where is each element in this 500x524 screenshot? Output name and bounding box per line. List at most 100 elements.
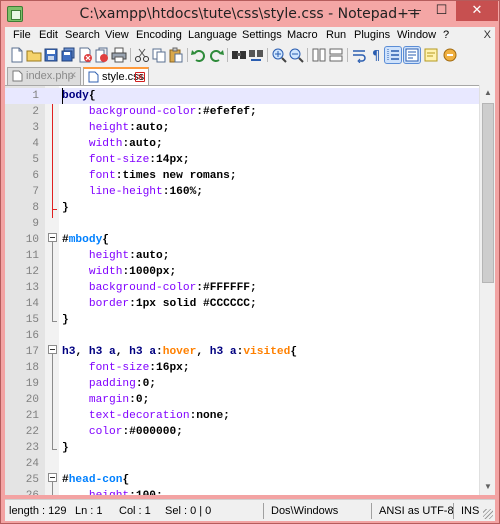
token-val: 100; [136, 490, 163, 495]
copy-icon[interactable] [151, 47, 167, 63]
status-encoding[interactable]: ANSI as UTF-8 [379, 505, 454, 517]
code-line[interactable]: 19 padding:0; [5, 376, 479, 392]
line-number: 20 [25, 394, 39, 406]
code-editor[interactable]: 1 body{2 background-color:#efefef; 3 heigh… [5, 85, 479, 495]
code-line[interactable]: 4 width:auto; [5, 136, 479, 152]
token-pseudo: visited [243, 346, 291, 358]
menu-search[interactable]: Search [65, 29, 100, 41]
code-line[interactable]: 23} [5, 440, 479, 456]
scroll-down-icon[interactable]: ▼ [480, 479, 496, 495]
token-prop: height [88, 122, 130, 134]
token-prop: margin [88, 394, 130, 406]
toolbar-separator [227, 48, 228, 62]
menu-edit[interactable]: Edit [39, 29, 58, 41]
code-line[interactable]: 5 font-size:14px; [5, 152, 479, 168]
code-line[interactable]: 13 background-color:#FFFFFF; [5, 280, 479, 296]
code-line[interactable]: 3 height:auto; [5, 120, 479, 136]
status-insert-mode[interactable]: INS [461, 505, 479, 517]
code-line[interactable]: 26 height:100; [5, 488, 479, 495]
tab-index-php[interactable]: index.php ✕ [7, 67, 81, 85]
cut-icon[interactable] [134, 47, 150, 63]
line-number: 22 [25, 426, 39, 438]
token-prop: width [88, 266, 123, 278]
scroll-up-icon[interactable]: ▲ [480, 85, 496, 101]
file-icon [88, 71, 99, 83]
token-val: 14px; [156, 154, 190, 166]
open-file-icon[interactable] [26, 47, 42, 63]
menu-view[interactable]: View [105, 29, 129, 41]
menu-help[interactable]: ? [443, 29, 449, 41]
code-line[interactable]: 21 text-decoration:none; [5, 408, 479, 424]
word-wrap-icon[interactable] [351, 47, 367, 64]
token-val: auto; [129, 138, 163, 150]
sync-horizontal-icon[interactable] [328, 47, 344, 63]
code-line[interactable]: 11 height:auto; [5, 248, 479, 264]
redo-icon[interactable] [208, 47, 224, 63]
code-text: font-size:14px; [62, 152, 190, 168]
menu-encoding[interactable]: Encoding [136, 29, 182, 41]
code-line[interactable]: 2 background-color:#efefef; [5, 104, 479, 120]
maximize-button[interactable]: ☐ [428, 1, 455, 21]
new-file-icon[interactable] [9, 47, 25, 63]
code-line[interactable]: 6 font:times new romans; [5, 168, 479, 184]
code-line-current[interactable]: 1 body{ [5, 88, 479, 104]
token-op: : [196, 106, 203, 118]
code-line[interactable]: 18 font-size:16px; [5, 360, 479, 376]
menu-run[interactable]: Run [326, 29, 346, 41]
close-all-icon[interactable] [94, 47, 110, 63]
code-line[interactable]: 20 margin:0; [5, 392, 479, 408]
menu-macro[interactable]: Macro [287, 29, 318, 41]
tab-style-css[interactable]: style.css ✕ [83, 67, 149, 85]
save-all-icon[interactable] [60, 47, 76, 63]
code-line[interactable]: 24 [5, 456, 479, 472]
find-icon[interactable] [231, 47, 247, 63]
code-line[interactable]: 16 [5, 328, 479, 344]
menu-close-document-button[interactable]: X [484, 29, 491, 41]
vertical-scrollbar[interactable]: ▲ ▼ [479, 85, 495, 495]
code-line[interactable]: 25 #head-con{ [5, 472, 479, 488]
user-defined-language-icon[interactable] [403, 46, 421, 64]
token-prop: border [88, 298, 130, 310]
line-number: 6 [32, 170, 39, 182]
code-line[interactable]: 15} [5, 312, 479, 328]
token-op: : [129, 250, 136, 262]
status-eol-format[interactable]: Dos\Windows [271, 505, 338, 517]
doc-map-icon[interactable] [423, 47, 439, 63]
zoom-in-icon[interactable] [271, 47, 287, 63]
tab-close-icon[interactable]: ✕ [68, 71, 78, 81]
token-prop: background-color [88, 282, 197, 294]
close-button[interactable]: ✕ [456, 1, 498, 21]
code-text: width:1000px; [62, 264, 176, 280]
paste-icon[interactable] [168, 47, 184, 63]
resize-grip[interactable] [483, 509, 493, 519]
zoom-out-icon[interactable] [288, 47, 304, 63]
tab-close-icon[interactable]: ✕ [135, 72, 145, 82]
code-line[interactable]: 7 line-height:160%; [5, 184, 479, 200]
close-file-icon[interactable] [77, 47, 93, 63]
show-all-characters-icon[interactable]: ¶ [368, 47, 384, 64]
code-line[interactable]: 22 color:#000000; [5, 424, 479, 440]
code-line[interactable]: 14 border:1px solid #CCCCCC; [5, 296, 479, 312]
indent-guide-icon[interactable] [384, 46, 402, 64]
code-line[interactable]: 9 [5, 216, 479, 232]
code-line[interactable]: 8} [5, 200, 479, 216]
code-line[interactable]: 17 h3, h3 a, h3 a:hover, h3 a:visited{ [5, 344, 479, 360]
menu-file[interactable]: File [13, 29, 31, 41]
sync-vertical-icon[interactable] [311, 47, 327, 63]
token-op: # [62, 234, 69, 246]
code-line[interactable]: 10 #mbody{ [5, 232, 479, 248]
token-val: 0; [135, 394, 150, 406]
undo-icon[interactable] [191, 47, 207, 63]
menu-settings[interactable]: Settings [242, 29, 282, 41]
menu-window[interactable]: Window [397, 29, 436, 41]
code-line[interactable]: 12 width:1000px; [5, 264, 479, 280]
replace-icon[interactable] [248, 47, 264, 63]
title-bar[interactable]: C:\xampp\htdocs\tute\css\style.css - Not… [1, 1, 499, 27]
print-icon[interactable] [111, 47, 127, 63]
function-list-icon[interactable] [442, 47, 458, 63]
menu-language[interactable]: Language [188, 29, 237, 41]
menu-plugins[interactable]: Plugins [354, 29, 390, 41]
scrollbar-thumb[interactable] [482, 103, 494, 283]
save-icon[interactable] [43, 47, 59, 63]
minimize-button[interactable]: — [401, 1, 428, 21]
